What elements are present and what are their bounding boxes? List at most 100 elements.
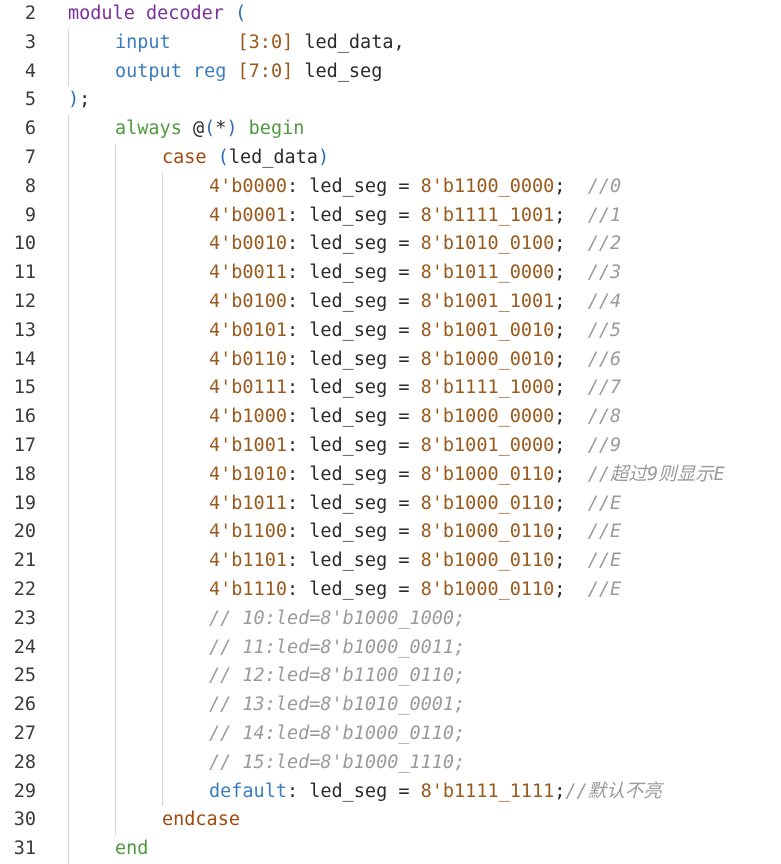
code-line[interactable]: 24 // 11:led=8'b1000_0011; <box>0 633 781 663</box>
code-token: module <box>68 3 135 24</box>
code-token: ; <box>554 204 588 226</box>
code-token: [7:0] <box>237 60 294 82</box>
indent-guide <box>68 806 69 836</box>
code-line[interactable]: 13 4'b0101: led_seg = 8'b1001_0010; //5 <box>0 316 781 346</box>
code-token: 4'b1110 <box>209 578 287 600</box>
code-token: //8 <box>587 406 622 428</box>
code-text: 4'b1000: led_seg = 8'b1000_0000; //8 <box>209 403 621 432</box>
code-token: : led_seg = <box>286 204 421 226</box>
code-line[interactable]: 8 4'b0000: led_seg = 8'b1100_0000; //0 <box>0 172 781 202</box>
code-line[interactable]: 5); <box>0 86 781 115</box>
indent-guide <box>68 691 69 720</box>
code-token: //9 <box>587 434 622 456</box>
code-token: ( <box>235 3 247 24</box>
code-line[interactable]: 9 4'b0001: led_seg = 8'b1111_1001; //1 <box>0 201 781 231</box>
line-number: 20 <box>13 521 36 543</box>
code-text: 4'b1101: led_seg = 8'b1000_0110; //E <box>209 547 621 576</box>
indent-guide <box>162 345 163 375</box>
code-line[interactable]: 22 4'b1110: led_seg = 8'b1000_0110; //E <box>0 575 781 605</box>
indent-guide <box>162 230 163 260</box>
line-number: 11 <box>13 262 36 284</box>
code-line[interactable]: 30 endcase <box>0 806 781 836</box>
code-token: 4'b1001 <box>209 434 287 456</box>
line-number: 24 <box>13 636 36 658</box>
indent-guide <box>68 201 69 231</box>
code-line[interactable]: 6 always @(*) begin <box>0 115 781 144</box>
code-token: 8'b1011_0000 <box>420 262 555 284</box>
code-line[interactable]: 12 4'b0100: led_seg = 8'b1001_1001; //4 <box>0 287 781 317</box>
code-line[interactable]: 2 module decoder ( <box>0 0 781 29</box>
indent-guide <box>162 604 163 634</box>
code-line[interactable]: 11 4'b0011: led_seg = 8'b1011_0000; //3 <box>0 259 781 288</box>
code-token: ; <box>554 550 588 572</box>
code-line[interactable]: 14 4'b0110: led_seg = 8'b1000_0010; //6 <box>0 345 781 375</box>
code-token: //E <box>587 521 622 543</box>
code-line[interactable]: 18 4'b1010: led_seg = 8'b1000_0110; //超过9… <box>0 460 781 490</box>
indent-guide <box>162 431 163 461</box>
code-token: // 11:led=8'b1000_0011; <box>209 636 466 658</box>
code-token: ( <box>204 118 216 140</box>
code-token: 8'b1111_1001 <box>420 204 555 226</box>
code-token: ; <box>554 290 588 312</box>
indent-guide <box>115 489 116 519</box>
indent-guide <box>68 518 69 548</box>
indent-guide <box>162 489 163 519</box>
code-token: ) <box>68 89 80 111</box>
code-line[interactable]: 7 case (led_data) <box>0 143 781 173</box>
indent-guide <box>115 662 116 692</box>
code-line[interactable]: 27 // 14:led=8'b1000_0110; <box>0 719 781 749</box>
code-token: 8'b1001_1001 <box>420 290 555 312</box>
code-text: 4'b0000: led_seg = 8'b1100_0000; //0 <box>209 173 621 202</box>
code-line[interactable]: 26 // 13:led=8'b1010_0001; <box>0 691 781 720</box>
code-token: // 15:led=8'b1000_1110; <box>209 751 466 773</box>
indent-guide <box>115 518 116 548</box>
code-text: 4'b1110: led_seg = 8'b1000_0110; //E <box>209 576 621 605</box>
code-token: : led_seg = <box>286 550 421 572</box>
code-text: // 14:led=8'b1000_0110; <box>209 720 465 749</box>
code-line[interactable]: 10 4'b0010: led_seg = 8'b1010_0100; //2 <box>0 230 781 260</box>
code-line[interactable]: 17 4'b1001: led_seg = 8'b1001_0000; //9 <box>0 431 781 461</box>
line-number: 8 <box>24 175 36 197</box>
line-number: 28 <box>13 751 36 773</box>
line-number: 30 <box>13 809 36 831</box>
code-token: // 13:led=8'b1010_0001; <box>209 694 466 716</box>
code-line[interactable]: 3 input [3:0] led_data, <box>0 28 781 58</box>
code-line[interactable]: 21 4'b1101: led_seg = 8'b1000_0110; //E <box>0 547 781 576</box>
code-editor[interactable]: 2 module decoder (3 input [3:0] led_data, 4… <box>0 0 781 864</box>
code-token: ; <box>554 578 588 600</box>
indent-guide <box>115 806 116 836</box>
code-line[interactable]: 28 // 15:led=8'b1000_1110; <box>0 748 781 778</box>
code-line[interactable]: 16 4'b1000: led_seg = 8'b1000_0000; //8 <box>0 403 781 432</box>
code-line[interactable]: 25 // 12:led=8'b1100_0110; <box>0 662 781 692</box>
code-line[interactable]: 4 output reg [7:0] led_seg <box>0 57 781 87</box>
code-token: default <box>209 780 287 802</box>
code-line[interactable]: 19 4'b1011: led_seg = 8'b1000_0110; //E <box>0 489 781 519</box>
indent-guide <box>68 345 69 375</box>
code-token: 8'b1000_0110 <box>420 550 555 572</box>
indent-guide <box>68 374 69 404</box>
indent-guide <box>68 489 69 519</box>
code-text: 4'b0001: led_seg = 8'b1111_1001; //1 <box>209 202 621 231</box>
code-text: 4'b0011: led_seg = 8'b1011_0000; //3 <box>209 259 621 288</box>
indent-guide <box>68 547 69 576</box>
code-text: 4'b0101: led_seg = 8'b1001_0010; //5 <box>209 317 621 346</box>
code-line[interactable]: 15 4'b0111: led_seg = 8'b1111_1000; //7 <box>0 374 781 404</box>
code-line[interactable]: 29 default: led_seg = 8'b1111_1111;//默认不亮 <box>0 777 781 807</box>
indent-guide <box>68 604 69 634</box>
code-line[interactable]: 20 4'b1100: led_seg = 8'b1000_0110; //E <box>0 518 781 548</box>
code-token: //E <box>587 578 622 600</box>
line-number: 14 <box>13 348 36 370</box>
code-token: : led_seg = <box>286 492 421 514</box>
code-token: 4'b0010 <box>209 233 287 255</box>
code-line[interactable]: 23 // 10:led=8'b1000_1000; <box>0 604 781 634</box>
indent-guide <box>68 316 69 346</box>
line-number: 9 <box>24 204 36 226</box>
code-token: //0 <box>587 175 622 197</box>
code-token: 8'b1000_0000 <box>420 406 555 428</box>
code-token: 8'b1000_0010 <box>420 348 555 370</box>
line-number: 17 <box>13 434 36 456</box>
code-token: 8'b1000_0110 <box>420 578 555 600</box>
code-text: 4'b0110: led_seg = 8'b1000_0010; //6 <box>209 346 621 375</box>
